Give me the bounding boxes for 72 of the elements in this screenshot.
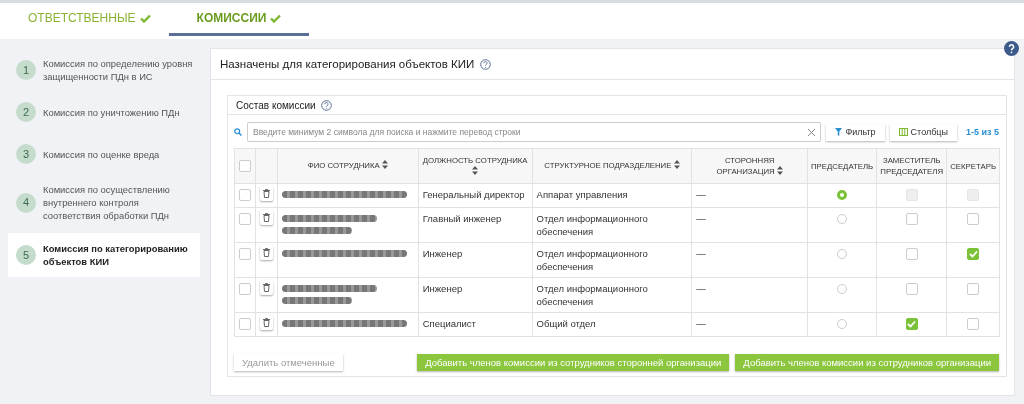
checkbox[interactable] (239, 283, 251, 296)
search-field[interactable]: Введите минимум 2 символа для поиска и нажмите перевод строки (247, 122, 822, 142)
delete-button[interactable] (260, 245, 273, 260)
clear-icon[interactable] (808, 128, 816, 136)
step-number: 2 (16, 102, 36, 122)
checkbox[interactable] (967, 213, 980, 226)
delete-button[interactable] (260, 210, 273, 225)
table-cell: — (691, 277, 808, 313)
card-title: Состав комиссии (236, 99, 316, 111)
sidebar-item-label: Комиссия по категорированию объектов КИИ (43, 242, 189, 268)
radio-button[interactable] (837, 190, 848, 201)
table-cell: Отдел информационного обеспечения (532, 242, 692, 278)
pagination-info: 1-5 из 5 (964, 127, 999, 137)
checkbox[interactable] (239, 318, 251, 331)
checkbox[interactable] (967, 248, 980, 261)
trash-icon (263, 248, 270, 257)
step-number: 5 (16, 245, 36, 265)
table-cell: Отдел информационного обеспечения (532, 207, 692, 243)
sidebar-item[interactable]: 4 Комиссия по осуществлению внутреннего контроля соответствия обработки ПДн (8, 178, 200, 227)
sidebar-item-label: Комиссия по осуществлению внутреннего контроля соответствия обработки ПДн (43, 183, 171, 222)
table-cell: Отдел информационного обеспечения (532, 277, 692, 313)
filter-button[interactable]: Фильтр (826, 123, 885, 141)
delete-button[interactable] (260, 315, 273, 330)
table-cell: Специалист (418, 312, 533, 337)
columns-button[interactable]: Столбцы (889, 123, 957, 141)
table-cell: — (691, 183, 808, 208)
table-cell: — (691, 242, 808, 278)
table-cell: Аппарат управления (532, 183, 692, 208)
delete-button[interactable] (260, 280, 273, 295)
table-cell: Инженер (418, 277, 533, 313)
checkbox[interactable] (239, 248, 251, 261)
table-cell: Общий отдел (532, 312, 692, 337)
table-cell: Генеральный директор (418, 183, 533, 208)
delete-button[interactable] (260, 186, 273, 201)
checkbox[interactable] (905, 248, 918, 261)
table-cell: — (691, 312, 808, 337)
checkbox[interactable] (905, 318, 918, 331)
filter-icon (835, 128, 843, 136)
sidebar-item[interactable]: 1 Комиссия по определению уровня защищенности ПДн в ИС (8, 52, 200, 88)
sidebar-item-label: Комиссия по уничтожению ПДн (43, 105, 180, 119)
trash-icon (263, 318, 270, 327)
step-number: 1 (16, 60, 36, 80)
sidebar-item-label: Комиссия по определению уровня защищенности ПДн в ИС (43, 57, 194, 83)
checkbox[interactable] (239, 213, 251, 226)
radio-button[interactable] (837, 249, 848, 260)
blurred-name (282, 297, 352, 304)
radio-button[interactable] (837, 319, 848, 330)
checkbox[interactable] (239, 189, 251, 202)
checkbox[interactable] (239, 160, 251, 172)
sidebar-item[interactable]: 2 Комиссия по уничтожению ПДн (8, 94, 200, 130)
trash-icon (263, 213, 270, 222)
panel-title: Назначены для категорирования объектов КИИ (220, 58, 475, 70)
search-icon (234, 128, 242, 136)
table-cell: Инженер (418, 242, 533, 278)
checkbox[interactable] (905, 213, 918, 226)
trash-icon (263, 283, 270, 292)
radio-button[interactable] (837, 214, 848, 225)
help-icon[interactable] (1004, 41, 1019, 56)
sidebar-item[interactable]: 3 Комиссия по оценке вреда (8, 136, 200, 172)
checkbox[interactable] (967, 283, 980, 296)
blurred-name (282, 227, 352, 234)
checkbox[interactable] (905, 283, 918, 296)
radio-button[interactable] (837, 284, 848, 295)
table-cell: Главный инженер (418, 207, 533, 243)
sidebar-item-label: Комиссия по оценке вреда (43, 147, 160, 161)
trash-icon (263, 189, 270, 198)
step-number: 4 (16, 192, 36, 213)
checkbox[interactable] (967, 318, 980, 331)
step-number: 3 (16, 144, 36, 164)
table-cell: — (691, 207, 808, 243)
columns-icon (898, 128, 908, 136)
sidebar-item[interactable]: 5 Комиссия по категорированию объектов КИИ (8, 233, 200, 277)
